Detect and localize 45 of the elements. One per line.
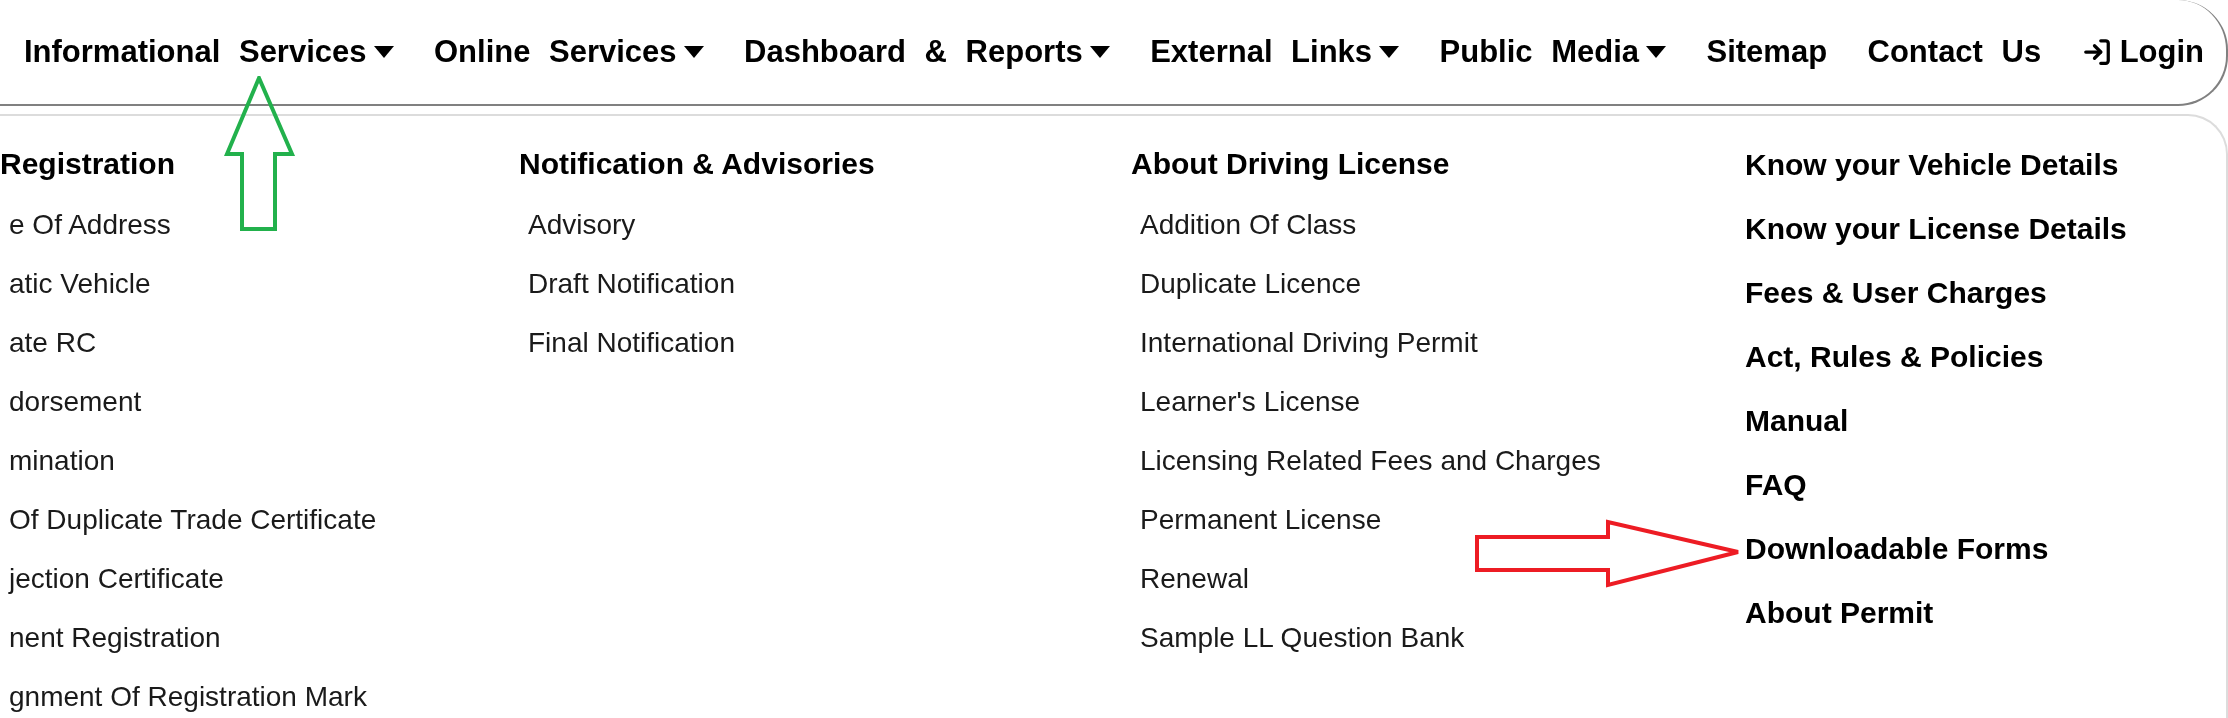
nav-menu-item[interactable]: External Links: [1150, 33, 1400, 71]
menu-link[interactable]: Fees & User Charges: [1745, 274, 2047, 312]
menu-link[interactable]: Advisory: [528, 208, 636, 242]
menu-link[interactable]: Final Notification: [528, 326, 735, 360]
nav-menu-item[interactable]: Informational Services: [24, 33, 394, 71]
menu-link[interactable]: nent Registration: [9, 621, 221, 655]
nav-menu-item[interactable]: Public Media: [1439, 33, 1667, 71]
caret-icon: [1646, 46, 1667, 58]
nav-link[interactable]: Contact Us: [1867, 33, 2042, 71]
menu-link[interactable]: jection Certificate: [9, 562, 224, 596]
menu-link[interactable]: Renewal: [1140, 562, 1249, 596]
menu-link[interactable]: Know your Vehicle Details: [1745, 146, 2119, 184]
menu-link[interactable]: About Permit: [1745, 594, 1934, 632]
menu-link[interactable]: Sample LL Question Bank: [1140, 621, 1465, 655]
nav-menu-item[interactable]: Dashboard & Reports: [744, 33, 1110, 71]
caret-icon: [683, 46, 704, 58]
menu-link[interactable]: Licensing Related Fees and Charges: [1140, 444, 1601, 478]
menu-link[interactable]: mination: [9, 444, 115, 478]
sign-in-icon: [2081, 37, 2112, 67]
menu-link[interactable]: Addition Of Class: [1140, 208, 1357, 242]
menu-link[interactable]: Manual: [1745, 402, 1849, 440]
menu-link[interactable]: FAQ: [1745, 466, 1807, 504]
menu-link[interactable]: Permanent License: [1140, 503, 1382, 537]
menu-link[interactable]: Of Duplicate Trade Certificate: [9, 503, 377, 537]
menu-link[interactable]: International Driving Permit: [1140, 326, 1478, 360]
menu-link[interactable]: Know your License Details: [1745, 210, 2127, 248]
menu-link[interactable]: Learner's License: [1140, 385, 1361, 419]
menu-link[interactable]: Duplicate Licence: [1140, 267, 1362, 301]
caret-icon: [373, 46, 394, 58]
menu-link[interactable]: atic Vehicle: [9, 267, 151, 301]
menu-heading: About Driving License: [1131, 146, 1450, 182]
menu-link[interactable]: gnment Of Registration Mark: [9, 680, 367, 714]
nav-link[interactable]: Sitemap: [1706, 33, 1828, 71]
nav-menu-item[interactable]: Online Services: [433, 33, 704, 71]
caret-icon: [1089, 46, 1110, 58]
menu-link[interactable]: dorsement: [9, 385, 142, 419]
menu-link[interactable]: Act, Rules & Policies: [1745, 338, 2044, 376]
menu-link[interactable]: Downloadable Forms: [1745, 530, 2049, 568]
menu-link[interactable]: Draft Notification: [528, 267, 735, 301]
menu-link[interactable]: e Of Address: [9, 208, 171, 242]
login-link[interactable]: Login: [2081, 33, 2204, 71]
menu-heading: Notification & Advisories: [519, 146, 875, 182]
caret-icon: [1379, 46, 1400, 58]
menu-heading: Registration: [0, 146, 176, 182]
menu-link[interactable]: ate RC: [9, 326, 97, 360]
